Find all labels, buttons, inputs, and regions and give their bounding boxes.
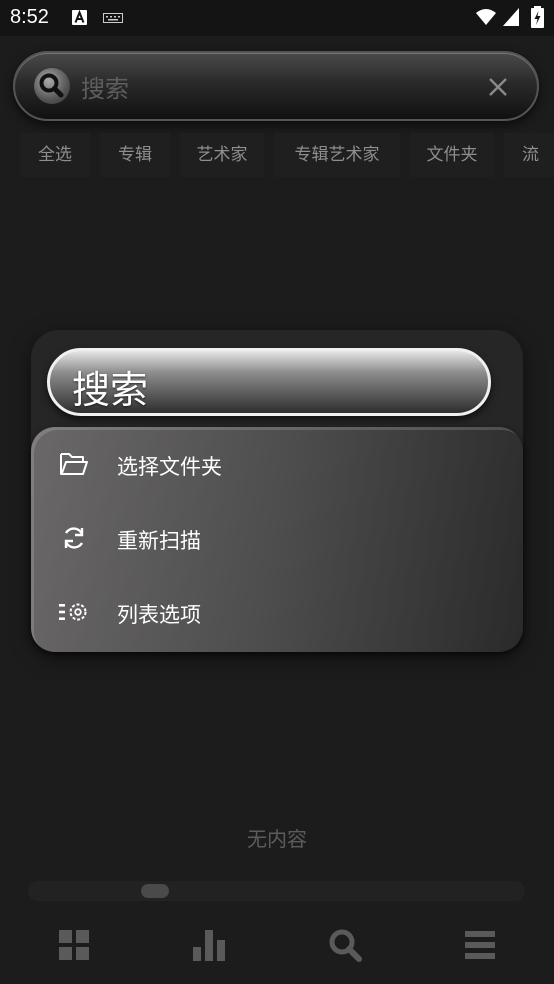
menu-icon[interactable] [462, 927, 498, 963]
filter-chip-album-artist[interactable]: 专辑艺术家 [274, 133, 400, 177]
status-time: 8:52 [10, 6, 49, 28]
empty-state-text: 无内容 [247, 827, 307, 851]
menu-title-pill: 搜索 [47, 348, 491, 416]
horizontal-scrollbar[interactable] [28, 881, 525, 901]
search-options-menu: 搜索 选择文件夹 重新扫描 列表选项 [31, 330, 523, 652]
refresh-icon [64, 527, 84, 549]
menu-title: 搜索 [72, 368, 149, 412]
menu-item-rescan[interactable]: 重新扫描 [31, 501, 523, 575]
menu-item-label: 重新扫描 [117, 529, 201, 553]
filter-chip-artist[interactable]: 艺术家 [180, 133, 264, 177]
bar-chart-icon[interactable] [191, 927, 227, 963]
status-bar: 8:52 [0, 0, 554, 36]
menu-item-list-options[interactable]: 列表选项 [31, 575, 523, 649]
signal-icon [503, 8, 519, 26]
filter-chip-stream[interactable]: 流 [504, 133, 554, 177]
search-icon [39, 73, 64, 98]
scrollbar-thumb[interactable] [141, 884, 169, 898]
list-settings-icon [59, 603, 87, 621]
text-a-notification-icon [72, 10, 87, 25]
search-button[interactable] [34, 68, 70, 104]
filter-chip-album[interactable]: 专辑 [100, 133, 170, 177]
filter-tabs: 全选 专辑 艺术家 专辑艺术家 文件夹 流 [0, 133, 554, 177]
search-icon[interactable] [327, 927, 363, 963]
menu-item-label: 列表选项 [117, 603, 201, 627]
menu-item-select-folder[interactable]: 选择文件夹 [31, 427, 523, 501]
grid-icon[interactable] [56, 927, 92, 963]
wifi-icon [476, 9, 496, 25]
folder-open-icon [60, 453, 88, 475]
filter-chip-all[interactable]: 全选 [20, 133, 90, 177]
filter-chip-folder[interactable]: 文件夹 [410, 133, 494, 177]
search-input[interactable]: 搜索 [81, 69, 129, 104]
menu-item-label: 选择文件夹 [117, 455, 222, 479]
battery-charging-icon [531, 6, 544, 28]
menu-list: 选择文件夹 重新扫描 列表选项 [31, 427, 523, 652]
bottom-navigation [0, 905, 554, 984]
keyboard-notification-icon [103, 13, 123, 23]
search-bar[interactable]: 搜索 [13, 51, 539, 121]
clear-search-icon[interactable] [486, 75, 510, 99]
